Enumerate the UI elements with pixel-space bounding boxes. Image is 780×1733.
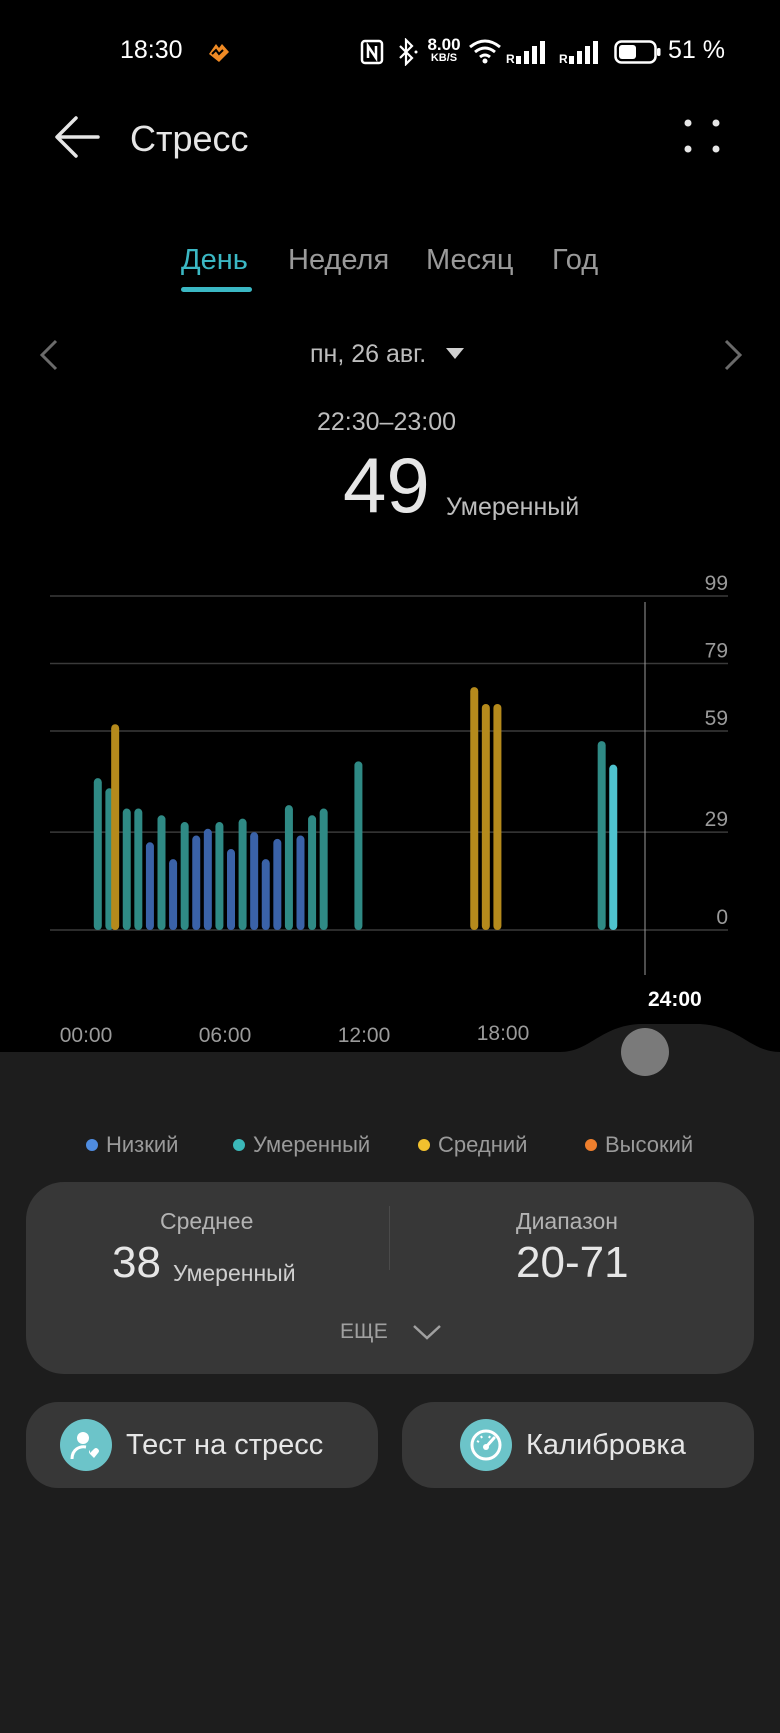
chart-bar[interactable] (145, 842, 154, 930)
chart-bar[interactable] (493, 703, 502, 930)
chart-bar[interactable] (470, 687, 479, 930)
legend-dot (585, 1139, 597, 1151)
calibration-button[interactable]: Калибровка (402, 1402, 754, 1488)
chart-bar[interactable] (238, 818, 247, 930)
chart-bar[interactable] (134, 808, 143, 930)
x-tick-label: 18:00 (477, 1022, 530, 1045)
tab-day[interactable]: День (181, 244, 248, 277)
signal-roaming-marker: R (506, 52, 515, 66)
y-tick-label: 79 (705, 639, 728, 662)
chart-bars (93, 687, 618, 930)
stress-test-label: Тест на стресс (126, 1428, 324, 1461)
legend-label: Умеренный (253, 1132, 371, 1157)
legend-low: Низкий (86, 1132, 178, 1158)
status-time: 18:30 (120, 36, 183, 64)
stress-chart[interactable]: 99 79 59 29 0 00:00 06:00 12:00 18:00 (0, 560, 780, 1060)
scrubber-time-label: 24:00 (648, 988, 702, 1011)
selected-stress-value: 49 (343, 441, 430, 529)
health-app-icon (209, 44, 229, 62)
more-dots-icon[interactable] (682, 116, 722, 156)
status-bar: 18:30 8.00 KB/S R R 51 % (0, 0, 780, 100)
network-speed-unit: KB/S (430, 52, 458, 64)
legend-dot (418, 1139, 430, 1151)
x-tick-label: 00:00 (60, 1024, 113, 1047)
legend-label: Средний (438, 1132, 528, 1157)
chart-bar[interactable] (122, 808, 131, 930)
chart-bar[interactable] (481, 703, 490, 930)
chart-bar[interactable] (192, 835, 201, 930)
network-speed-value: 8.00 (427, 35, 461, 54)
bluetooth-icon (399, 38, 418, 66)
caret-down-icon[interactable] (446, 348, 464, 359)
selected-stress-level: Умеренный (446, 493, 580, 521)
y-tick-label: 29 (705, 808, 728, 831)
chart-bar[interactable] (250, 832, 259, 930)
chart-bar[interactable] (308, 815, 317, 930)
chart-bar[interactable] (169, 859, 178, 930)
y-axis-labels: 99 79 59 29 0 (705, 572, 728, 929)
tab-year[interactable]: Год (552, 244, 598, 277)
calibration-label: Калибровка (526, 1428, 686, 1461)
average-label: Среднее (160, 1208, 254, 1234)
range-label: Диапазон (516, 1208, 618, 1234)
network-speed: 8.00 KB/S (424, 36, 464, 64)
page-title: Стресс (130, 118, 249, 159)
x-axis-labels: 00:00 06:00 12:00 18:00 (60, 1022, 530, 1047)
chart-bar[interactable] (284, 805, 293, 930)
active-tab-indicator (181, 287, 252, 292)
tab-week[interactable]: Неделя (288, 244, 389, 277)
legend-label: Высокий (605, 1132, 694, 1157)
calibration-gauge-icon (460, 1419, 512, 1471)
battery-icon (614, 40, 661, 64)
x-tick-label: 06:00 (199, 1024, 252, 1047)
y-tick-label: 59 (705, 707, 728, 730)
average-value: 38 (112, 1238, 161, 1287)
average-level: Умеренный (173, 1260, 296, 1286)
chart-bar[interactable] (215, 822, 224, 930)
y-tick-label: 99 (705, 572, 728, 595)
back-arrow-icon[interactable] (52, 112, 102, 162)
more-expand-button[interactable]: ЕЩЕ (340, 1320, 442, 1344)
chart-bar[interactable] (203, 828, 212, 930)
stress-test-button[interactable]: Тест на стресс (26, 1402, 378, 1488)
tab-month[interactable]: Месяц (426, 244, 513, 277)
chart-bar[interactable] (227, 849, 235, 930)
legend-dot (86, 1139, 98, 1151)
chart-bar[interactable] (180, 822, 189, 930)
range-value: 20-71 (516, 1238, 629, 1287)
chart-bar[interactable] (609, 764, 618, 930)
legend-high: Высокий (585, 1132, 693, 1158)
chart-bar[interactable] (157, 815, 166, 930)
stress-test-icon (60, 1419, 112, 1471)
chevron-down-icon (412, 1325, 441, 1340)
date-selector[interactable]: пн, 26 авг. (310, 340, 426, 369)
chart-bar[interactable] (319, 808, 328, 930)
legend-label: Низкий (106, 1132, 179, 1157)
signal-roaming-marker: R (559, 52, 568, 66)
x-tick-label: 12:00 (338, 1024, 391, 1047)
wifi-icon (469, 39, 501, 64)
legend-moderate: Умеренный (233, 1132, 370, 1158)
chart-bar[interactable] (296, 835, 305, 930)
chevron-right-icon[interactable] (718, 338, 748, 372)
chart-bar[interactable] (597, 741, 606, 930)
legend-dot (233, 1139, 245, 1151)
stats-divider (389, 1206, 390, 1270)
chart-scrubber-handle[interactable] (621, 1028, 669, 1076)
chart-bar[interactable] (273, 838, 282, 930)
selected-time-range: 22:30–23:00 (317, 408, 457, 436)
chart-bar[interactable] (93, 778, 102, 930)
y-tick-label: 0 (716, 906, 728, 929)
chart-bar[interactable] (354, 761, 363, 930)
chart-bar[interactable] (261, 859, 270, 930)
more-label: ЕЩЕ (340, 1320, 388, 1343)
signal-icon (569, 41, 598, 64)
chart-bar[interactable] (111, 724, 120, 930)
chevron-left-icon[interactable] (34, 338, 64, 372)
legend-medium: Средний (418, 1132, 527, 1158)
signal-icon (516, 41, 545, 64)
nfc-icon (360, 39, 384, 65)
battery-percent: 51 % (668, 36, 725, 64)
